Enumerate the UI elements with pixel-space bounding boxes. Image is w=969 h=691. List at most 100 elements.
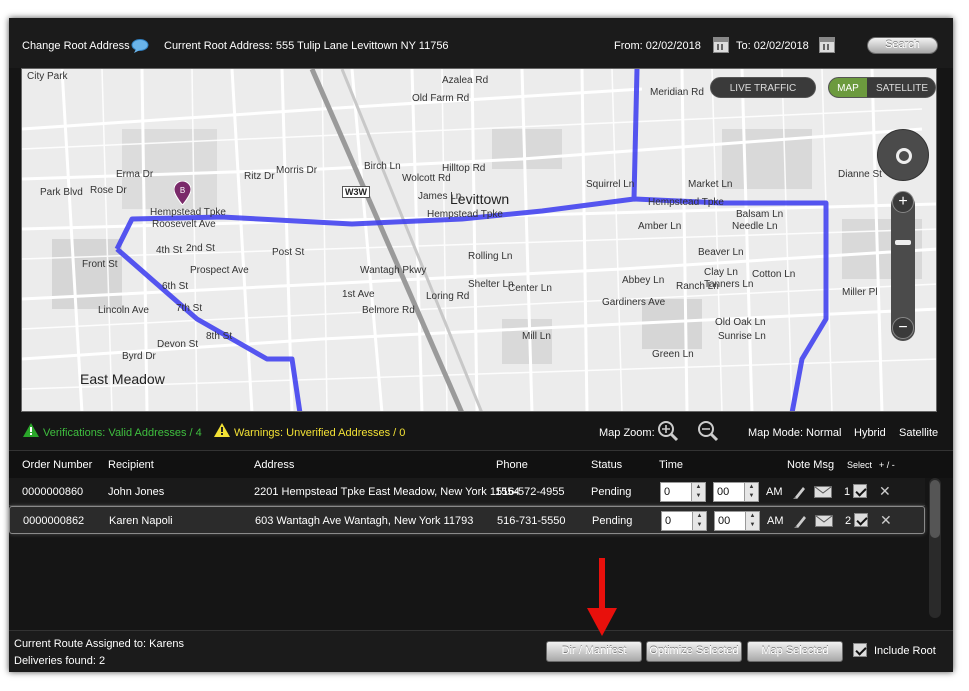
- am-pm[interactable]: AM: [767, 515, 784, 527]
- pan-control-icon[interactable]: [877, 129, 929, 181]
- map-pin-icon[interactable]: B: [174, 181, 191, 205]
- map-label-center: Center Ln: [508, 283, 552, 294]
- map-label-beaver: Beaver Ln: [698, 247, 744, 258]
- from-calendar-icon[interactable]: [713, 37, 729, 53]
- hour-stepper-arrows-icon[interactable]: ▲ ▼: [692, 512, 706, 530]
- minute-stepper[interactable]: 00 ▲ ▼: [713, 482, 759, 502]
- minute-value: 00: [718, 515, 731, 527]
- hour-value: 0: [665, 515, 672, 527]
- minute-stepper[interactable]: 00 ▲ ▼: [714, 511, 760, 531]
- dir-manifest-button[interactable]: Dir / Manifest: [546, 641, 642, 662]
- map-label-belmore: Belmore Rd: [362, 305, 415, 316]
- map-mode-normal[interactable]: Normal: [806, 427, 841, 439]
- status: Pending: [592, 515, 633, 527]
- map-label-rose: Rose Dr: [90, 185, 127, 196]
- map-label-city-park: City Park: [27, 71, 68, 82]
- top-toolbar: Change Root Address Current Root Address…: [9, 18, 953, 68]
- orders-table-header: Order Number Recipient Address Phone Sta…: [9, 450, 953, 478]
- map-label-wolcott: Wolcott Rd: [402, 173, 451, 184]
- table-row[interactable]: 0000000862 Karen Napoli 603 Wantagh Ave …: [9, 506, 925, 534]
- map-zoom-out-icon[interactable]: [697, 420, 719, 442]
- from-date: From: 02/02/2018: [614, 40, 701, 52]
- hour-value: 0: [664, 486, 671, 498]
- map-label-needle: Needle Ln: [732, 221, 778, 232]
- map-label-post: Post St: [272, 247, 305, 258]
- map-label-hempstead-tpke-east: Hempstead Tpke: [648, 197, 724, 208]
- note-pencil-icon[interactable]: [792, 484, 808, 500]
- map-label-squirrel: Squirrel Ln: [586, 179, 635, 190]
- phone: 516-572-4955: [496, 486, 565, 498]
- hour-stepper[interactable]: 0 ▲ ▼: [660, 482, 706, 502]
- map-label-azalea: Azalea Rd: [442, 75, 489, 86]
- map-label-loring: Loring Rd: [426, 291, 470, 302]
- map-type-toggle: MAP SATELLITE: [828, 77, 936, 98]
- map-label-morris: Morris Dr: [276, 165, 318, 176]
- speech-bubble-icon[interactable]: [131, 39, 149, 53]
- scrollbar-thumb[interactable]: [930, 480, 940, 538]
- map-label-byrd: Byrd Dr: [122, 351, 156, 362]
- map-label-birch: Birch Ln: [364, 161, 401, 172]
- map-label-lincoln: Lincoln Ave: [98, 305, 149, 316]
- optimize-selected-button[interactable]: Optimize Selected: [646, 641, 742, 662]
- zoom-in-icon[interactable]: +: [892, 191, 914, 213]
- warnings-text: Warnings: Unverified Addresses / 0: [234, 427, 406, 439]
- remove-x-icon[interactable]: ✕: [880, 513, 894, 527]
- map-label-erma: Erma Dr: [116, 169, 154, 180]
- select-checkbox[interactable]: [854, 513, 868, 527]
- route-planner-window: Change Root Address Current Root Address…: [9, 18, 953, 672]
- hour-stepper[interactable]: 0 ▲ ▼: [661, 511, 707, 531]
- route-assigned-text: Current Route Assigned to: Karens: [14, 638, 184, 650]
- map-label-ranch: Ranch Ln: [676, 281, 719, 292]
- remove-x-icon[interactable]: ✕: [879, 484, 893, 498]
- search-button[interactable]: Search: [867, 37, 938, 54]
- map-label-4th: 4th St: [156, 245, 183, 256]
- recipient: John Jones: [108, 486, 165, 498]
- deliveries-found-text: Deliveries found: 2: [14, 655, 106, 667]
- map-view[interactable]: City Park Azalea Rd Old Farm Rd Meridian…: [21, 68, 937, 412]
- map-label-abbey: Abbey Ln: [622, 275, 665, 286]
- change-root-address-link[interactable]: Change Root Address: [22, 40, 130, 52]
- message-envelope-icon[interactable]: [815, 515, 833, 527]
- map-mode-label: Map Mode:: [748, 427, 804, 439]
- map-label-1st-ave: 1st Ave: [342, 289, 375, 300]
- map-label-ritz: Ritz Dr: [244, 171, 275, 182]
- select-index: 2: [845, 515, 852, 527]
- pan-center-icon[interactable]: [896, 148, 912, 164]
- map-type-map-button[interactable]: MAP: [829, 78, 867, 97]
- map-mode-hybrid[interactable]: Hybrid: [854, 427, 886, 439]
- map-label-prospect: Prospect Ave: [190, 265, 249, 276]
- map-label-hempstead-tpke-west: Hempstead Tpke: [150, 207, 226, 218]
- orders-table-body: 0000000860 John Jones 2201 Hempstead Tpk…: [9, 478, 929, 630]
- include-root-checkbox[interactable]: [853, 643, 867, 657]
- message-envelope-icon[interactable]: [814, 486, 832, 498]
- map-label-sunrise: Sunrise Ln: [718, 331, 766, 342]
- minute-stepper-arrows-icon[interactable]: ▲ ▼: [744, 483, 758, 501]
- map-label-east-meadow: East Meadow: [80, 371, 165, 387]
- hour-stepper-arrows-icon[interactable]: ▲ ▼: [691, 483, 705, 501]
- select-checkbox[interactable]: [853, 484, 867, 498]
- to-date: To: 02/02/2018: [736, 40, 809, 52]
- address: 603 Wantagh Ave Wantagh, New York 11793: [255, 515, 474, 527]
- map-label-2nd: 2nd St: [186, 243, 215, 254]
- table-row[interactable]: 0000000860 John Jones 2201 Hempstead Tpk…: [9, 478, 925, 506]
- note-pencil-icon[interactable]: [793, 513, 809, 529]
- map-label-clay: Clay Ln: [704, 267, 738, 278]
- map-selected-button[interactable]: Map Selected: [747, 641, 843, 662]
- map-label-miller: Miller Pl: [842, 287, 878, 298]
- am-pm[interactable]: AM: [766, 486, 783, 498]
- zoom-slider-thumb[interactable]: [895, 240, 911, 245]
- map-type-satellite-button[interactable]: SATELLITE: [867, 78, 935, 97]
- map-label-old-farm: Old Farm Rd: [412, 93, 470, 104]
- map-pin-label: B: [180, 186, 185, 195]
- status-strip: Verifications: Valid Addresses / 4 Warni…: [9, 416, 953, 450]
- order-number: 0000000862: [23, 515, 85, 527]
- table-scrollbar[interactable]: [929, 478, 941, 618]
- phone: 516-731-5550: [497, 515, 566, 527]
- map-label-james: James Ln: [418, 191, 462, 202]
- minute-stepper-arrows-icon[interactable]: ▲ ▼: [745, 512, 759, 530]
- map-mode-satellite[interactable]: Satellite: [899, 427, 938, 439]
- map-zoom-in-icon[interactable]: [657, 420, 679, 442]
- to-calendar-icon[interactable]: [819, 37, 835, 53]
- zoom-out-icon[interactable]: −: [892, 317, 914, 339]
- live-traffic-button[interactable]: LIVE TRAFFIC: [710, 77, 816, 98]
